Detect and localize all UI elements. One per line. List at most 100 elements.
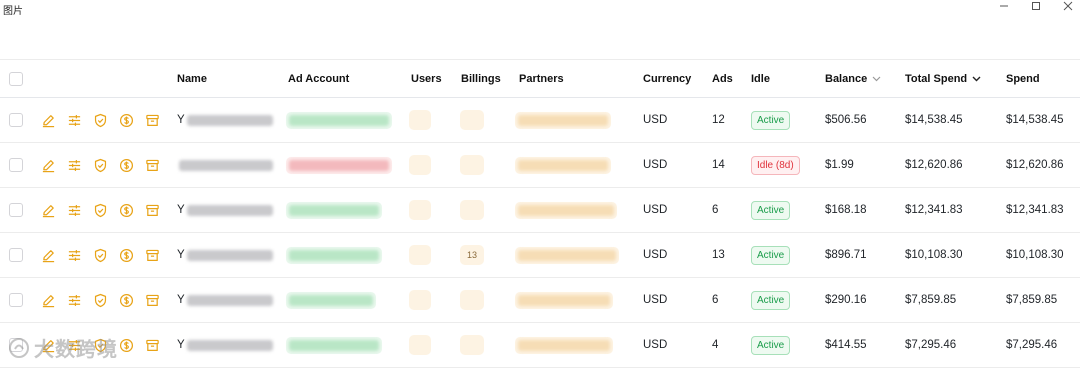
partners-pill[interactable] <box>515 156 611 174</box>
dollar-circle-icon[interactable] <box>119 248 134 263</box>
users-cell[interactable] <box>409 143 431 187</box>
edit-icon[interactable] <box>41 203 56 218</box>
archive-icon[interactable] <box>145 203 160 218</box>
ad-account-cell[interactable] <box>286 278 376 322</box>
ad-account-cell[interactable] <box>286 323 382 367</box>
billings-badge[interactable] <box>460 290 484 310</box>
header-partners[interactable]: Partners <box>519 60 564 97</box>
dollar-circle-icon[interactable] <box>119 293 134 308</box>
edit-icon[interactable] <box>41 293 56 308</box>
ad-account-pill[interactable] <box>286 291 376 309</box>
chevron-down-icon[interactable] <box>872 74 881 84</box>
edit-icon[interactable] <box>41 338 56 353</box>
archive-icon[interactable] <box>145 293 160 308</box>
partners-cell[interactable] <box>515 278 613 322</box>
billings-cell[interactable]: 13 <box>460 233 484 277</box>
minimize-icon[interactable] <box>996 0 1012 12</box>
edit-icon[interactable] <box>41 248 56 263</box>
maximize-icon[interactable] <box>1028 0 1044 12</box>
ad-account-cell[interactable] <box>286 143 392 187</box>
header-total-spend[interactable]: Total Spend <box>905 60 981 97</box>
header-ads[interactable]: Ads <box>712 60 733 97</box>
edit-icon[interactable] <box>41 113 56 128</box>
users-badge[interactable] <box>409 290 431 310</box>
shield-check-icon[interactable] <box>93 158 108 173</box>
sliders-icon[interactable] <box>67 113 82 128</box>
header-billings[interactable]: Billings <box>461 60 501 97</box>
sliders-icon[interactable] <box>67 293 82 308</box>
header-balance[interactable]: Balance <box>825 60 881 97</box>
users-badge[interactable] <box>409 110 431 130</box>
select-all-checkbox[interactable] <box>9 71 23 86</box>
users-cell[interactable] <box>409 233 431 277</box>
billings-cell[interactable] <box>460 323 484 367</box>
users-badge[interactable] <box>409 155 431 175</box>
sliders-icon[interactable] <box>67 338 82 353</box>
dollar-circle-icon[interactable] <box>119 203 134 218</box>
ad-account-pill[interactable] <box>286 111 392 129</box>
users-cell[interactable] <box>409 98 431 142</box>
partners-pill[interactable] <box>515 291 613 309</box>
header-users[interactable]: Users <box>411 60 442 97</box>
row-checkbox[interactable] <box>9 293 23 307</box>
chevron-down-icon[interactable] <box>972 74 981 84</box>
archive-icon[interactable] <box>145 248 160 263</box>
users-badge[interactable] <box>409 200 431 220</box>
header-spend[interactable]: Spend <box>1006 60 1040 97</box>
archive-icon[interactable] <box>145 338 160 353</box>
archive-icon[interactable] <box>145 158 160 173</box>
billings-badge[interactable] <box>460 335 484 355</box>
header-idle[interactable]: Idle <box>751 60 770 97</box>
users-cell[interactable] <box>409 188 431 232</box>
edit-icon[interactable] <box>41 158 56 173</box>
archive-icon[interactable] <box>145 113 160 128</box>
shield-check-icon[interactable] <box>93 338 108 353</box>
partners-pill[interactable] <box>515 336 613 354</box>
ad-account-pill[interactable] <box>286 156 392 174</box>
partners-pill[interactable] <box>515 201 617 219</box>
billings-cell[interactable] <box>460 188 484 232</box>
header-currency[interactable]: Currency <box>643 60 691 97</box>
ad-account-cell[interactable] <box>286 233 382 277</box>
billings-cell[interactable] <box>460 278 484 322</box>
ad-account-pill[interactable] <box>286 246 382 264</box>
dollar-circle-icon[interactable] <box>119 338 134 353</box>
partners-cell[interactable] <box>515 323 613 367</box>
ad-account-cell[interactable] <box>286 188 382 232</box>
billings-badge[interactable] <box>460 200 484 220</box>
partners-pill[interactable] <box>515 246 619 264</box>
row-checkbox[interactable] <box>9 158 23 172</box>
sliders-icon[interactable] <box>67 248 82 263</box>
partners-cell[interactable] <box>515 98 611 142</box>
billings-badge[interactable]: 13 <box>460 245 484 265</box>
billings-cell[interactable] <box>460 98 484 142</box>
row-checkbox[interactable] <box>9 203 23 217</box>
header-name[interactable]: Name <box>177 60 207 97</box>
ad-account-cell[interactable] <box>286 98 392 142</box>
ad-account-pill[interactable] <box>286 201 382 219</box>
partners-cell[interactable] <box>515 143 611 187</box>
users-cell[interactable] <box>409 278 431 322</box>
row-checkbox[interactable] <box>9 248 23 262</box>
close-icon[interactable] <box>1060 0 1076 12</box>
row-checkbox[interactable] <box>9 113 23 127</box>
sliders-icon[interactable] <box>67 203 82 218</box>
partners-cell[interactable] <box>515 233 619 277</box>
ad-account-pill[interactable] <box>286 336 382 354</box>
partners-pill[interactable] <box>515 111 611 129</box>
dollar-circle-icon[interactable] <box>119 113 134 128</box>
users-cell[interactable] <box>409 323 431 367</box>
row-checkbox[interactable] <box>9 338 23 352</box>
users-badge[interactable] <box>409 245 431 265</box>
billings-cell[interactable] <box>460 143 484 187</box>
billings-badge[interactable] <box>460 155 484 175</box>
billings-badge[interactable] <box>460 110 484 130</box>
dollar-circle-icon[interactable] <box>119 158 134 173</box>
shield-check-icon[interactable] <box>93 248 108 263</box>
partners-cell[interactable] <box>515 188 617 232</box>
header-ad-account[interactable]: Ad Account <box>288 60 349 97</box>
users-badge[interactable] <box>409 335 431 355</box>
sliders-icon[interactable] <box>67 158 82 173</box>
shield-check-icon[interactable] <box>93 293 108 308</box>
shield-check-icon[interactable] <box>93 113 108 128</box>
